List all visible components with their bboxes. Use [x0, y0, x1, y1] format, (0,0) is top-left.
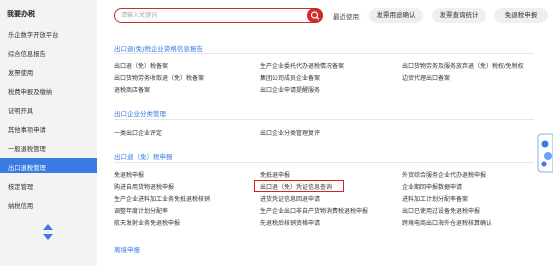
sidebar-item-certificate[interactable]: 证明开具 [0, 101, 97, 116]
recent-invoice-stats-button[interactable]: 发票查询统计 [432, 8, 486, 23]
scroll-arrows-icon[interactable] [42, 223, 54, 241]
link-refund-store-record[interactable]: 退税商店备案 [114, 85, 150, 94]
divider [114, 119, 534, 120]
tax-interaction-widget[interactable] [536, 130, 553, 180]
link-aerospace-refund[interactable]: 航天发射业务免退税申报 [114, 218, 180, 227]
highlight-box [254, 180, 344, 192]
link-allocation-rate-record[interactable]: 进料加工计划分配率备案 [402, 194, 468, 203]
sidebar-item-assessment[interactable]: 核定管理 [0, 177, 97, 192]
search-icon [310, 11, 320, 20]
link-adjust-allocation-rate[interactable]: 调整年度计划分配率 [114, 206, 168, 215]
link-used-equipment-refund[interactable]: 出口已使用过设备免退税申报 [402, 206, 480, 215]
recent-refund-filing-button[interactable]: 免退税申报 [494, 8, 548, 23]
link-reminder-service[interactable]: 出口企业申请提醒服务 [260, 85, 320, 94]
sidebar-item-export-refund[interactable]: 出口退税管理 [0, 158, 97, 173]
link-collect-refund-record[interactable]: 出口货物劳务收取退（免）税备案 [114, 73, 204, 82]
link-class-reevaluation[interactable]: 出口企业分类管理复评 [260, 128, 320, 137]
link-processing-verification[interactable]: 生产企业进料加工业务免抵退税核销 [114, 194, 210, 203]
sidebar-item-other-requests[interactable]: 其他事项申请 [0, 120, 97, 135]
sidebar-header: 我要办税 [7, 11, 35, 18]
recent-invoice-confirm-button[interactable]: 发票用途确认 [369, 8, 423, 23]
link-overseas-warehouse-confirm[interactable]: 跨境电商出口海外仓退税核算确认 [402, 218, 492, 227]
link-waive-refund[interactable]: 出口货物劳务及服务放弃退（免）税权/免税权 [402, 61, 524, 70]
divider [114, 162, 534, 163]
link-consumption-tax-refund[interactable]: 生产企业出口非自产货物消费税退税申报 [260, 206, 368, 215]
chat-bubble-icon [537, 133, 553, 173]
link-foreign-trade-agency-filing[interactable]: 外贸综合服务企业代办退税申报 [402, 170, 486, 179]
sidebar-item-leqi[interactable]: 乐企数字开放平台 [0, 25, 97, 40]
link-refund-filing-record[interactable]: 出口退（免）税备案 [114, 61, 168, 70]
link-border-trade-record[interactable]: 边贸代理出口备案 [402, 73, 450, 82]
sidebar: 我要办税 乐企数字开放平台 综合信息报告 发票使用 税费申报及缴纳 证明开具 其… [0, 0, 97, 266]
link-period-data-request[interactable]: 企业期回申报数据申请 [402, 182, 462, 191]
link-refund-first-qualification[interactable]: 先退税后核销资格申请 [260, 218, 320, 227]
divider [114, 53, 534, 54]
link-voucher-rollback[interactable]: 进货凭证信息回退申请 [260, 194, 320, 203]
link-self-use-goods-filing[interactable]: 购进自用货物退税申报 [114, 182, 174, 191]
link-group-member-record[interactable]: 集团公司成员企业备案 [260, 73, 320, 82]
link-offset-refund-filing[interactable]: 免抵退申报 [260, 170, 290, 179]
sidebar-item-general-refund[interactable]: 一般退税管理 [0, 139, 97, 154]
search-button[interactable] [307, 8, 323, 23]
sidebar-item-tax-filing[interactable]: 税费申报及缴纳 [0, 82, 97, 97]
section-title-departure-filing: 离境申报 [114, 247, 140, 254]
link-exempt-refund-filing[interactable]: 免退税申报 [114, 170, 144, 179]
sidebar-item-info-report[interactable]: 综合信息报告 [0, 44, 97, 59]
sidebar-item-invoice-use[interactable]: 发票使用 [0, 63, 97, 78]
recent-used-label: 最近使用: [333, 14, 361, 21]
section-title-refund-filing: 出口退（免）税申报 [114, 154, 173, 161]
link-agency-refund-record[interactable]: 生产企业委托代办退税情况备案 [260, 61, 344, 70]
search-box [114, 8, 323, 23]
search-input[interactable] [121, 11, 301, 21]
section-title-classification: 出口企业分类管理 [114, 111, 166, 118]
link-class-one-evaluation[interactable]: 一类出口企业评定 [114, 128, 162, 137]
section-title-qualification: 出口退(免)税企业资格信息报告 [114, 46, 203, 53]
sidebar-item-credit[interactable]: 纳税信用 [0, 196, 97, 211]
